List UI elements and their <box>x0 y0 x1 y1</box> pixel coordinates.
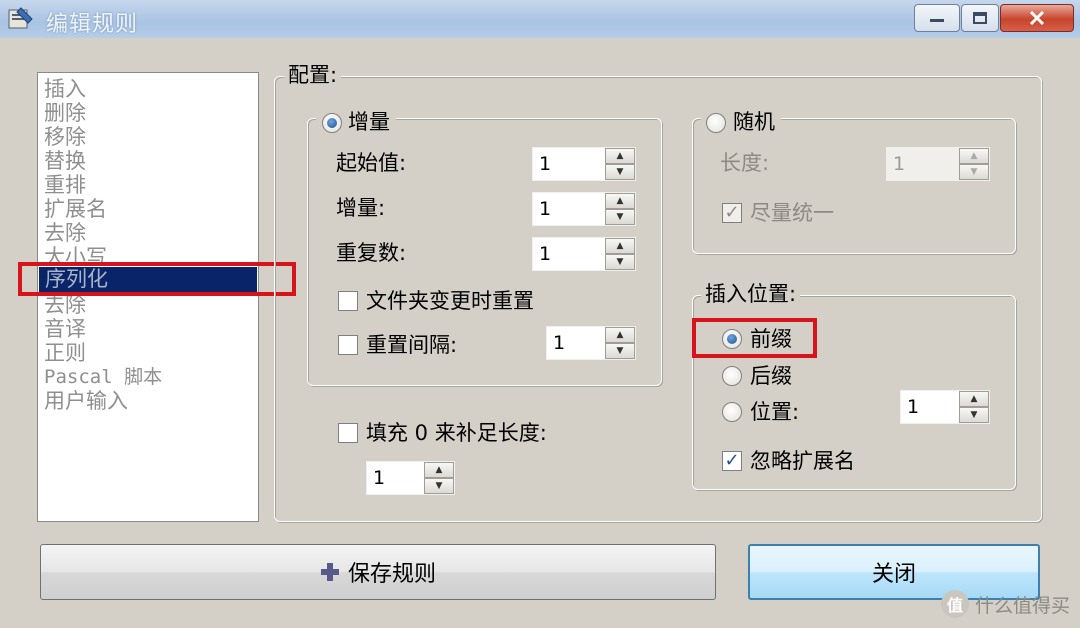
edit-rule-window: 编辑规则 插入 删除 移除 替换 重排 扩展名 去除 大小写 序列化 去除 音译… <box>0 0 1080 628</box>
list-item[interactable]: 插入 <box>44 77 86 101</box>
pad-zeros-checkbox[interactable] <box>338 423 358 443</box>
spin-up-icon[interactable]: ▲ <box>959 148 989 164</box>
suffix-radio[interactable] <box>722 366 742 386</box>
increment-label: 增量 <box>348 110 390 134</box>
list-item[interactable]: 重排 <box>44 173 86 197</box>
spin-down-icon[interactable]: ▼ <box>959 164 989 180</box>
plus-icon <box>320 562 340 582</box>
length-label: 长度: <box>720 151 770 175</box>
list-item[interactable]: 正则 <box>44 341 86 365</box>
suffix-label[interactable]: 后缀 <box>750 363 792 389</box>
list-item[interactable]: 音译 <box>44 317 86 341</box>
spin-down-icon[interactable]: ▼ <box>424 478 454 494</box>
watermark: 值 什么值得买 <box>940 590 1070 618</box>
spin-up-icon[interactable]: ▲ <box>959 391 989 407</box>
ignore-extension-checkbox[interactable]: ✓ <box>722 451 742 471</box>
uniform-label[interactable]: 尽量统一 <box>750 200 834 226</box>
repeat-spinner[interactable]: 1 ▲ ▼ <box>532 237 636 271</box>
window-title: 编辑规则 <box>46 12 139 37</box>
length-spinner[interactable]: 1 ▲ ▼ <box>886 147 990 181</box>
spin-up-icon[interactable]: ▲ <box>605 327 635 343</box>
rule-list[interactable]: 插入 删除 移除 替换 重排 扩展名 去除 大小写 序列化 去除 音译 正则 P… <box>37 72 259 522</box>
app-icon <box>8 7 33 29</box>
increment-radio[interactable] <box>322 113 342 133</box>
random-label: 随机 <box>733 110 775 134</box>
insert-position-label: 插入位置: <box>701 281 801 307</box>
list-item[interactable]: 移除 <box>44 125 86 149</box>
spin-up-icon[interactable]: ▲ <box>605 238 635 254</box>
list-item[interactable]: 去除 <box>44 293 86 317</box>
highlight-box-selected-rule <box>18 262 296 296</box>
start-value-spinner[interactable]: 1 ▲ ▼ <box>532 147 636 181</box>
list-item[interactable]: 去除 <box>44 221 86 245</box>
close-icon <box>1001 5 1073 31</box>
spin-up-icon[interactable]: ▲ <box>605 148 635 164</box>
random-group <box>692 118 1016 254</box>
spin-down-icon[interactable]: ▼ <box>605 209 635 225</box>
save-rule-label: 保存规则 <box>347 562 436 587</box>
repeat-input[interactable]: 1 <box>533 238 605 270</box>
reset-interval-label[interactable]: 重置间隔: <box>366 332 457 358</box>
close-label: 关闭 <box>871 562 916 587</box>
position-radio[interactable] <box>722 402 742 422</box>
reset-interval-input[interactable]: 1 <box>547 327 605 359</box>
watermark-text: 什么值得买 <box>974 594 1070 617</box>
maximize-icon <box>962 5 998 31</box>
spin-down-icon[interactable]: ▼ <box>605 343 635 359</box>
close-window-button[interactable] <box>1000 4 1074 32</box>
spin-down-icon[interactable]: ▼ <box>605 164 635 180</box>
spin-down-icon[interactable]: ▼ <box>605 254 635 270</box>
spin-up-icon[interactable]: ▲ <box>605 193 635 209</box>
repeat-label: 重复数: <box>336 241 407 265</box>
list-item[interactable]: 替换 <box>44 149 86 173</box>
spin-up-icon[interactable]: ▲ <box>424 462 454 478</box>
reset-interval-spinner[interactable]: 1 ▲ ▼ <box>546 326 636 360</box>
reset-folder-checkbox[interactable] <box>338 291 358 311</box>
list-item[interactable]: Pascal 脚本 <box>44 365 162 389</box>
pad-length-input[interactable]: 1 <box>367 462 424 494</box>
random-radio[interactable] <box>706 113 726 133</box>
config-label: 配置: <box>284 62 342 88</box>
pad-zeros-label[interactable]: 填充 0 来补足长度: <box>366 420 547 446</box>
position-spinner[interactable]: 1 ▲ ▼ <box>900 390 990 424</box>
length-input[interactable]: 1 <box>887 148 959 180</box>
spin-down-icon[interactable]: ▼ <box>959 407 989 423</box>
watermark-badge-icon: 值 <box>940 590 969 618</box>
step-spinner[interactable]: 1 ▲ ▼ <box>532 192 636 226</box>
ignore-extension-label[interactable]: 忽略扩展名 <box>750 448 855 474</box>
start-value-input[interactable]: 1 <box>533 148 605 180</box>
minimize-button[interactable] <box>914 4 960 32</box>
step-input[interactable]: 1 <box>533 193 605 225</box>
reset-folder-label[interactable]: 文件夹变更时重置 <box>366 288 534 314</box>
minimize-icon <box>915 5 959 31</box>
reset-interval-checkbox[interactable] <box>338 335 358 355</box>
maximize-button[interactable] <box>961 4 999 32</box>
highlight-box-prefix <box>692 318 817 358</box>
save-rule-button[interactable]: 保存规则 <box>40 544 716 600</box>
start-value-label: 起始值: <box>336 151 407 175</box>
position-input[interactable]: 1 <box>901 391 959 423</box>
position-label[interactable]: 位置: <box>750 399 799 425</box>
pad-length-spinner[interactable]: 1 ▲ ▼ <box>366 461 455 495</box>
step-label: 增量: <box>336 196 386 220</box>
title-bar[interactable]: 编辑规则 <box>0 0 1080 38</box>
list-item[interactable]: 删除 <box>44 101 86 125</box>
uniform-checkbox[interactable]: ✓ <box>722 203 742 223</box>
list-item[interactable]: 用户输入 <box>44 389 128 413</box>
list-item[interactable]: 扩展名 <box>44 197 107 221</box>
